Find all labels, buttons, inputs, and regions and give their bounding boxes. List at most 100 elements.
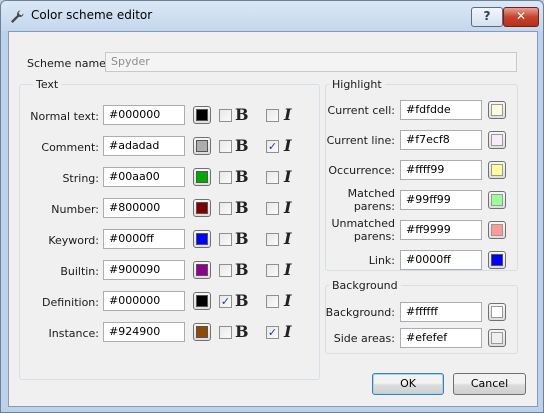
text-color-button-builtin[interactable] [193,261,211,279]
italic-checkbox-builtin[interactable] [266,264,279,277]
bold-checkbox-instance[interactable] [219,326,232,339]
cancel-button[interactable]: Cancel [453,373,526,395]
text-color-field-definition[interactable]: #000000 [103,291,185,311]
bold-checkbox-comment[interactable] [219,140,232,153]
text-label-builtin: Builtin: [60,265,99,278]
background-label-background: Background: [325,306,395,319]
color-swatch [196,109,208,121]
italic-checkbox-instance[interactable]: ✓ [266,326,279,339]
title-bar[interactable]: Color scheme editor ? ✕ [1,1,543,31]
color-swatch [196,202,208,214]
text-color-button-definition[interactable] [193,292,211,310]
highlight-color-field-currentcell[interactable]: #fdfdde [400,100,482,120]
italic-checkbox-number[interactable] [266,202,279,215]
highlight-color-button-currentline[interactable] [488,131,506,149]
highlight-color-field-link[interactable]: #0000ff [400,250,482,270]
text-color-field-normaltext[interactable]: #000000 [103,105,185,125]
highlight-color-button-unmatchedparens[interactable] [488,221,506,239]
text-color-button-normaltext[interactable] [193,106,211,124]
italic-icon: I [284,198,292,217]
highlight-color-field-matchedparens[interactable]: #99ff99 [400,190,482,210]
background-color-field-sideareas[interactable]: #efefef [400,328,482,348]
highlight-label-matchedparens: Matched parens: [347,187,395,213]
highlight-label-link: Link: [368,254,395,267]
color-swatch [491,254,503,266]
italic-icon: I [284,260,292,279]
italic-icon: I [284,291,292,310]
bold-checkbox-string[interactable] [219,171,232,184]
text-color-field-keyword[interactable]: #0000ff [103,229,185,249]
text-color-button-keyword[interactable] [193,230,211,248]
italic-checkbox-keyword[interactable] [266,233,279,246]
italic-checkbox-string[interactable] [266,171,279,184]
italic-icon: I [284,229,292,248]
text-color-button-comment[interactable] [193,137,211,155]
italic-icon: I [284,105,292,124]
text-color-field-builtin[interactable]: #900090 [103,260,185,280]
bold-icon: B [235,105,249,124]
bold-checkbox-number[interactable] [219,202,232,215]
text-color-field-comment[interactable]: #adadad [103,136,185,156]
text-label-definition: Definition: [42,296,99,309]
text-color-button-string[interactable] [193,168,211,186]
highlight-label-unmatchedparens: Unmatched parens: [331,217,395,243]
italic-icon: I [284,167,292,186]
bold-icon: B [235,260,249,279]
close-button[interactable]: ✕ [503,7,539,27]
text-color-field-number[interactable]: #800000 [103,198,185,218]
bold-icon: B [235,167,249,186]
background-color-field-background[interactable]: #ffffff [400,302,482,322]
background-color-button-background[interactable] [488,303,506,321]
background-group-title: Background [329,279,401,292]
italic-checkbox-comment[interactable]: ✓ [266,140,279,153]
color-swatch [491,134,503,146]
color-swatch [491,306,503,318]
scheme-name-field: Spyder [105,52,517,72]
highlight-color-button-link[interactable] [488,251,506,269]
italic-checkbox-normaltext[interactable] [266,109,279,122]
color-swatch [491,224,503,236]
highlight-color-field-unmatchedparens[interactable]: #ff9999 [400,220,482,240]
highlight-label-currentline: Current line: [326,134,395,147]
text-label-string: String: [62,172,99,185]
italic-icon: I [284,136,292,155]
color-swatch [491,104,503,116]
text-color-button-instance[interactable] [193,323,211,341]
wrench-icon [9,9,25,25]
bold-checkbox-builtin[interactable] [219,264,232,277]
text-label-number: Number: [51,203,99,216]
color-swatch [491,194,503,206]
background-color-button-sideareas[interactable] [488,329,506,347]
bold-checkbox-normaltext[interactable] [219,109,232,122]
bold-icon: B [235,291,249,310]
bold-icon: B [235,229,249,248]
color-swatch [491,332,503,344]
text-color-button-number[interactable] [193,199,211,217]
highlight-color-field-currentline[interactable]: #f7ecf8 [400,130,482,150]
text-label-instance: Instance: [48,327,100,340]
highlight-label-occurrence: Occurrence: [328,164,395,177]
color-swatch [196,140,208,152]
color-swatch [491,164,503,176]
dialog-body: Scheme name: Spyder Text Highlight Backg… [8,31,538,407]
text-color-field-instance[interactable]: #924900 [103,322,185,342]
highlight-color-field-occurrence[interactable]: #ffff99 [400,160,482,180]
text-color-field-string[interactable]: #00aa00 [103,167,185,187]
ok-button[interactable]: OK [372,373,444,395]
italic-checkbox-definition[interactable] [266,295,279,308]
highlight-color-button-occurrence[interactable] [488,161,506,179]
help-button[interactable]: ? [471,7,503,27]
bold-checkbox-keyword[interactable] [219,233,232,246]
bold-checkbox-definition[interactable]: ✓ [219,295,232,308]
bold-icon: B [235,322,249,341]
highlight-color-button-currentcell[interactable] [488,101,506,119]
text-label-keyword: Keyword: [48,234,99,247]
color-scheme-editor-window: Color scheme editor ? ✕ Scheme name: Spy… [0,0,544,413]
bold-icon: B [235,198,249,217]
color-swatch [196,233,208,245]
color-swatch [196,295,208,307]
highlight-label-currentcell: Current cell: [327,104,395,117]
text-group-title: Text [33,78,62,91]
highlight-color-button-matchedparens[interactable] [488,191,506,209]
color-swatch [196,264,208,276]
